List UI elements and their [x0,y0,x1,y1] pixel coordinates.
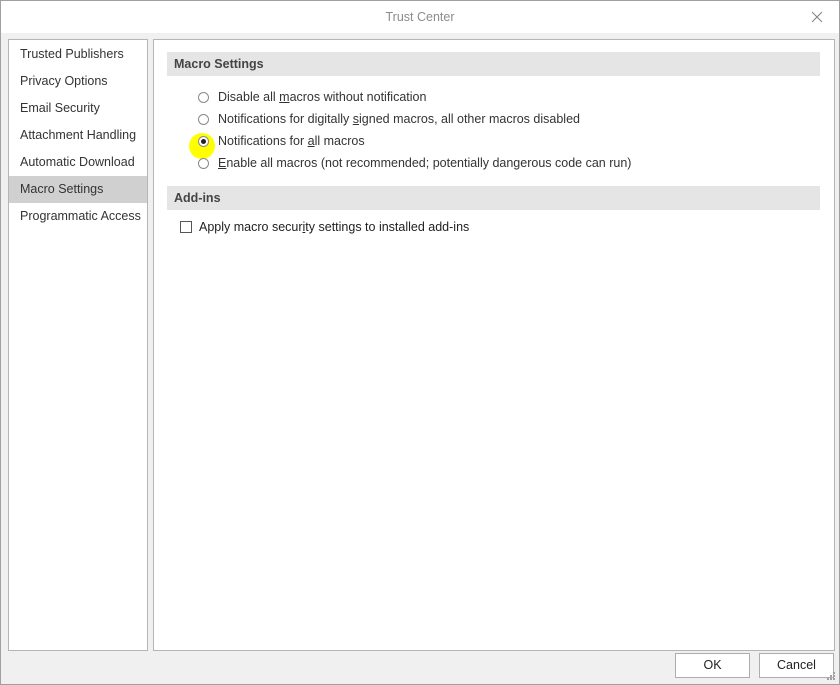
sidebar-item-automatic-download[interactable]: Automatic Download [9,149,147,176]
radio-button-selected[interactable] [198,135,209,147]
trust-center-dialog: Trust Center Trusted Publishers Privacy … [0,0,840,685]
sidebar-item-privacy-options[interactable]: Privacy Options [9,68,147,95]
radio-button[interactable] [198,113,209,125]
radio-label: Disable all macros without notification [218,90,427,104]
checkbox-label: Apply macro security settings to install… [199,220,470,234]
resize-grip-icon[interactable] [826,671,836,681]
radio-notify-all-macros[interactable]: Notifications for all macros [189,131,365,159]
close-icon [811,11,823,23]
window-title: Trust Center [385,10,455,24]
sidebar-item-email-security[interactable]: Email Security [9,95,147,122]
macro-settings-header: Macro Settings [167,52,820,76]
ok-button[interactable]: OK [675,653,750,678]
cancel-button[interactable]: Cancel [759,653,834,678]
sidebar: Trusted Publishers Privacy Options Email… [8,39,148,651]
radio-notify-digitally-signed[interactable]: Notifications for digitally signed macro… [198,109,580,129]
addins-header: Add-ins [167,186,820,210]
radio-button[interactable] [198,91,209,103]
content-panel: Macro Settings Disable all macros withou… [153,39,835,651]
sidebar-item-trusted-publishers[interactable]: Trusted Publishers [9,41,147,68]
close-button[interactable] [803,5,831,29]
radio-button[interactable] [198,157,209,169]
apply-macro-security-checkbox[interactable] [180,221,192,233]
radio-label: Notifications for all macros [218,134,365,148]
radio-label: Enable all macros (not recommended; pote… [218,156,632,170]
sidebar-item-attachment-handling[interactable]: Attachment Handling [9,122,147,149]
radio-label: Notifications for digitally signed macro… [218,112,580,126]
sidebar-item-programmatic-access[interactable]: Programmatic Access [9,203,147,230]
radio-enable-all-macros[interactable]: Enable all macros (not recommended; pote… [198,153,631,173]
apply-macro-security-addins-checkbox-row[interactable]: Apply macro security settings to install… [180,220,469,234]
sidebar-item-macro-settings[interactable]: Macro Settings [9,176,147,203]
radio-disable-all-macros[interactable]: Disable all macros without notification [198,87,426,107]
title-bar: Trust Center [1,1,839,33]
